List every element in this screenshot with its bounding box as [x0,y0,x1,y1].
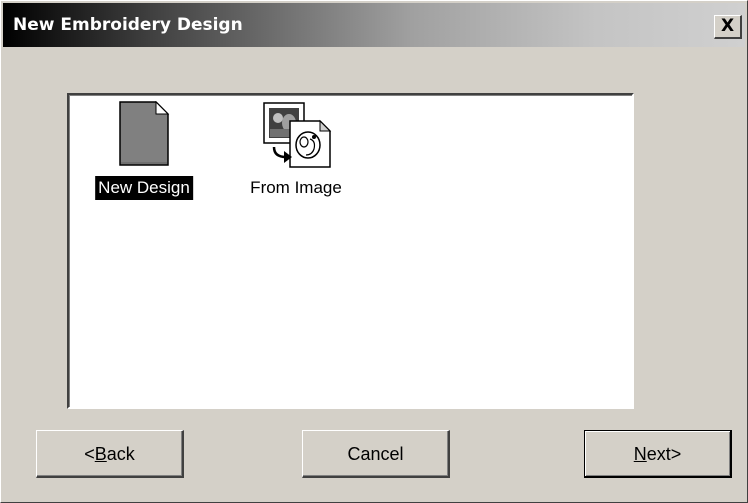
close-icon: X [720,16,735,36]
back-accelerator: B [94,443,107,464]
list-item-new-design[interactable]: New Design [79,95,209,205]
next-accelerator: N [633,443,647,464]
new-embroidery-design-dialog: New Embroidery Design X New Design From … [0,0,748,503]
image-conversion-icon [263,102,332,168]
title-bar[interactable]: New Embroidery Design X [3,3,745,47]
back-label-rest: ack [106,443,135,464]
design-type-list[interactable]: New Design From Image [67,93,634,409]
item-label-new-design: New Design [95,176,193,200]
cancel-button[interactable]: Cancel [302,430,450,478]
next-label-rest: ext> [646,443,682,464]
back-button[interactable]: <Back [36,430,184,478]
dialog-title: New Embroidery Design [13,15,243,35]
item-label-from-image: From Image [250,178,342,197]
back-prefix: < [84,443,95,464]
list-item-from-image[interactable]: From Image [233,95,359,205]
blank-document-icon [119,101,170,166]
close-button[interactable]: X [714,15,742,39]
next-button[interactable]: Next> [584,430,732,478]
